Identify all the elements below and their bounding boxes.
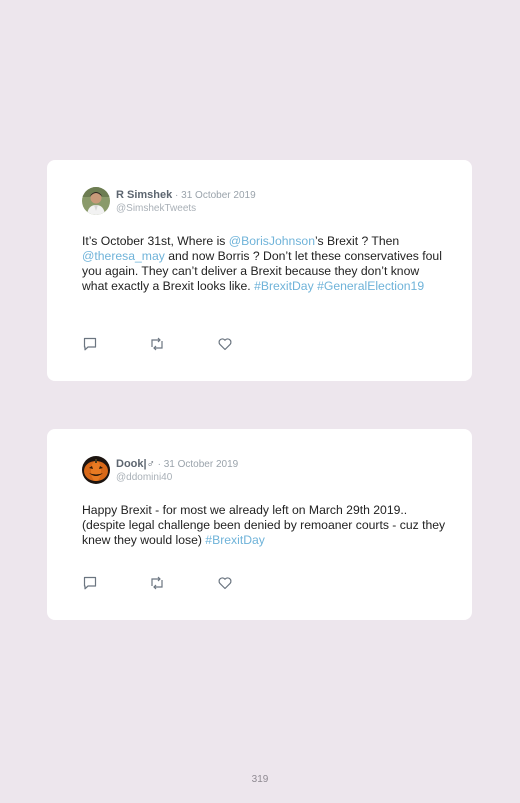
tweet-actions: [82, 575, 242, 591]
author-name[interactable]: Dook|♂: [116, 458, 155, 470]
pumpkin-avatar-icon: [82, 456, 110, 484]
mention-link[interactable]: @BorisJohnson: [229, 234, 315, 248]
tweet-text: Happy Brexit - for most we already left …: [82, 503, 447, 548]
author-handle[interactable]: @SimshekTweets: [116, 202, 256, 215]
tweet-actions: [82, 336, 242, 352]
page-number: 319: [251, 774, 269, 785]
author-name[interactable]: R Simshek: [116, 189, 172, 201]
hashtag-link[interactable]: #GeneralElection19: [317, 279, 424, 293]
retweet-icon[interactable]: [149, 336, 165, 352]
man-avatar-icon: [82, 187, 110, 215]
hashtag-link[interactable]: #BrexitDay: [254, 279, 314, 293]
author-handle[interactable]: @ddomini40: [116, 471, 238, 484]
text-segment: It’s October 31st, Where is: [82, 234, 229, 248]
tweet-date: · 31 October 2019: [172, 190, 256, 201]
avatar[interactable]: [82, 187, 110, 215]
tweet-card: Dook|♂ · 31 October 2019 @ddomini40 Happ…: [47, 429, 472, 620]
mention-link[interactable]: @theresa_may: [82, 249, 165, 263]
tweet-text: It’s October 31st, Where is @BorisJohnso…: [82, 234, 447, 294]
retweet-icon[interactable]: [149, 575, 165, 591]
hashtag-link[interactable]: #BrexitDay: [205, 533, 265, 547]
like-icon[interactable]: [217, 575, 233, 591]
avatar[interactable]: [82, 456, 110, 484]
like-icon[interactable]: [217, 336, 233, 352]
reply-icon[interactable]: [82, 336, 98, 352]
tweet-date: · 31 October 2019: [154, 459, 239, 470]
tweet-card: R Simshek · 31 October 2019 @SimshekTwee…: [47, 160, 472, 381]
text-segment: ’s Brexit ? Then: [314, 234, 400, 248]
reply-icon[interactable]: [82, 575, 98, 591]
